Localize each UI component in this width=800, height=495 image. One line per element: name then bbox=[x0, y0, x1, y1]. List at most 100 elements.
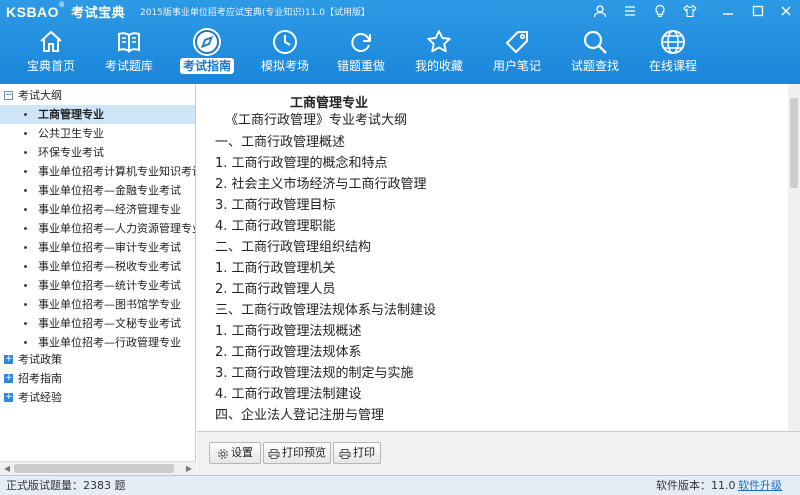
tree-category-exam-experience[interactable]: + 考试经验 bbox=[0, 388, 195, 407]
print-button[interactable]: 打印 bbox=[333, 442, 381, 464]
toolbar-question-bank-button[interactable]: 考试题库 bbox=[92, 24, 166, 80]
document-viewer: 工商管理专业 《工商行政管理》专业考试大纲 一、工商行政管理概述 1. 工商行政… bbox=[197, 84, 800, 431]
tag-icon bbox=[503, 28, 531, 56]
tree-item-environment[interactable]: 环保专业考试 bbox=[0, 143, 195, 162]
document-line: 《工商行政管理》专业考试大纲 bbox=[225, 113, 408, 128]
toolbar-online-course-label: 在线课程 bbox=[648, 59, 697, 73]
tree-item-label: 事业单位招考—税收专业考试 bbox=[38, 260, 181, 273]
document-action-bar: 设置 打印预览 打印 bbox=[197, 431, 800, 475]
guide-tree-sidebar: − 考试大纲 工商管理专业 公共卫生专业 环保专业考试 事业单位招考计算机专业知… bbox=[0, 84, 196, 461]
title-bar: KSBAO® 考试宝典 2015版事业单位招考应试宝典(专业知识)11.0【试用… bbox=[0, 0, 800, 22]
document-vertical-scrollbar[interactable] bbox=[788, 84, 800, 431]
tree-item-business-admin[interactable]: 工商管理专业 bbox=[0, 105, 195, 124]
menu-list-icon[interactable] bbox=[620, 1, 640, 21]
tree-item-label: 环保专业考试 bbox=[38, 146, 104, 159]
logo-registered-mark: ® bbox=[59, 2, 65, 9]
toolbar-favorites-button[interactable]: 我的收藏 bbox=[402, 24, 476, 80]
tree-item-audit[interactable]: 事业单位招考—审计专业考试 bbox=[0, 238, 195, 257]
tree-item-human-resources[interactable]: 事业单位招考—人力资源管理专业 bbox=[0, 219, 196, 238]
tree-category-exam-outline[interactable]: − 考试大纲 bbox=[0, 86, 195, 105]
scrollbar-thumb[interactable] bbox=[14, 464, 174, 473]
printer-icon bbox=[268, 447, 280, 459]
tree-item-taxation[interactable]: 事业单位招考—税收专业考试 bbox=[0, 257, 195, 276]
scrollbar-thumb[interactable] bbox=[790, 98, 798, 188]
lightbulb-icon[interactable] bbox=[650, 1, 670, 21]
document-line: 3. 工商行政管理目标 bbox=[215, 198, 336, 213]
document-line: 2. 工商行政管理人员 bbox=[215, 282, 336, 297]
close-icon[interactable] bbox=[776, 1, 796, 21]
sidebar-horizontal-scrollbar[interactable]: ◀ ▶ bbox=[0, 461, 196, 475]
collapse-minus-icon[interactable]: − bbox=[4, 91, 13, 100]
tree-item-computer[interactable]: 事业单位招考计算机专业知识考试 bbox=[0, 162, 196, 181]
tree-item-library-science[interactable]: 事业单位招考—图书馆学专业 bbox=[0, 295, 195, 314]
tree-item-label: 事业单位招考—文秘专业考试 bbox=[38, 317, 181, 330]
toolbar-exam-guide-label: 考试指南 bbox=[179, 58, 234, 74]
refresh-icon bbox=[347, 28, 375, 56]
toolbar-mock-exam-button[interactable]: 模拟考场 bbox=[248, 24, 322, 80]
toolbar-mock-exam-label: 模拟考场 bbox=[260, 59, 309, 73]
tree-item-label: 事业单位招考计算机专业知识考试 bbox=[38, 165, 196, 178]
toolbar-exam-guide-button[interactable]: 考试指南 bbox=[170, 24, 244, 80]
status-bar: 正式版试题量：2383 题 软件版本：11.0 软件升级 bbox=[0, 475, 800, 495]
bullet-icon bbox=[24, 322, 27, 325]
clock-icon bbox=[271, 28, 299, 56]
print-preview-button[interactable]: 打印预览 bbox=[263, 442, 331, 464]
bullet-icon bbox=[24, 151, 27, 154]
settings-button[interactable]: 设置 bbox=[209, 442, 261, 464]
minimize-icon[interactable] bbox=[718, 1, 738, 21]
bullet-icon bbox=[24, 113, 27, 116]
gear-icon bbox=[217, 447, 229, 459]
tree-item-label: 工商管理专业 bbox=[38, 108, 104, 121]
scroll-left-icon[interactable]: ◀ bbox=[2, 464, 12, 474]
settings-button-label: 设置 bbox=[231, 446, 253, 459]
compass-icon bbox=[193, 28, 221, 56]
document-line: 1. 工商行政管理法规概述 bbox=[215, 324, 362, 339]
skin-shirt-icon[interactable] bbox=[680, 1, 700, 21]
home-icon bbox=[37, 28, 65, 56]
expand-plus-icon[interactable]: + bbox=[4, 355, 13, 364]
bullet-icon bbox=[24, 132, 27, 135]
tree-item-label: 事业单位招考—金融专业考试 bbox=[38, 184, 181, 197]
user-icon[interactable] bbox=[590, 1, 610, 21]
document-line: 1. 工商行政管理机关 bbox=[215, 261, 336, 276]
printer-icon bbox=[339, 447, 351, 459]
document-line: 3. 工商行政管理法规的制定与实施 bbox=[215, 366, 414, 381]
toolbar-notes-button[interactable]: 用户笔记 bbox=[480, 24, 554, 80]
tree-category-exam-policy[interactable]: + 考试政策 bbox=[0, 350, 195, 369]
bullet-icon bbox=[24, 284, 27, 287]
tree-item-secretarial[interactable]: 事业单位招考—文秘专业考试 bbox=[0, 314, 195, 333]
document-line: 4. 工商行政管理职能 bbox=[215, 219, 336, 234]
document-line: 二、工商行政管理组织结构 bbox=[215, 240, 372, 255]
tree-item-public-health[interactable]: 公共卫生专业 bbox=[0, 124, 195, 143]
scroll-right-icon[interactable]: ▶ bbox=[184, 464, 194, 474]
expand-plus-icon[interactable]: + bbox=[4, 374, 13, 383]
app-logo: KSBAO® 考试宝典 bbox=[6, 2, 125, 21]
software-upgrade-link[interactable]: 软件升级 bbox=[738, 476, 782, 495]
tree-item-label: 公共卫生专业 bbox=[38, 127, 104, 140]
toolbar-favorites-label: 我的收藏 bbox=[414, 59, 463, 73]
expand-plus-icon[interactable]: + bbox=[4, 393, 13, 402]
bullet-icon bbox=[24, 246, 27, 249]
tree-category-recruit-guide[interactable]: + 招考指南 bbox=[0, 369, 195, 388]
bullet-icon bbox=[24, 208, 27, 211]
toolbar-home-button[interactable]: 宝典首页 bbox=[14, 24, 88, 80]
bullet-icon bbox=[24, 170, 27, 173]
tree-item-label: 事业单位招考—图书馆学专业 bbox=[38, 298, 181, 311]
toolbar-search-button[interactable]: 试题查找 bbox=[558, 24, 632, 80]
tree-category-label: 招考指南 bbox=[18, 372, 62, 385]
toolbar-online-course-button[interactable]: 在线课程 bbox=[636, 24, 710, 80]
document-line: 4. 工商行政管理法制建设 bbox=[215, 387, 362, 402]
tree-category-label: 考试经验 bbox=[18, 391, 62, 404]
toolbar-notes-label: 用户笔记 bbox=[492, 59, 541, 73]
star-icon bbox=[425, 28, 453, 56]
maximize-icon[interactable] bbox=[748, 1, 768, 21]
tree-item-finance[interactable]: 事业单位招考—金融专业考试 bbox=[0, 181, 195, 200]
document-line: 一、工商行政管理概述 bbox=[215, 135, 346, 150]
tree-item-label: 事业单位招考—人力资源管理专业 bbox=[38, 222, 196, 235]
document-line: 三、工商行政管理法规体系与法制建设 bbox=[215, 303, 437, 318]
question-count-text: 正式版试题量：2383 题 bbox=[6, 479, 126, 492]
bullet-icon bbox=[24, 227, 27, 230]
tree-item-statistics[interactable]: 事业单位招考—统计专业考试 bbox=[0, 276, 195, 295]
tree-item-economic-management[interactable]: 事业单位招考—经济管理专业 bbox=[0, 200, 195, 219]
toolbar-redo-wrong-button[interactable]: 错题重做 bbox=[324, 24, 398, 80]
